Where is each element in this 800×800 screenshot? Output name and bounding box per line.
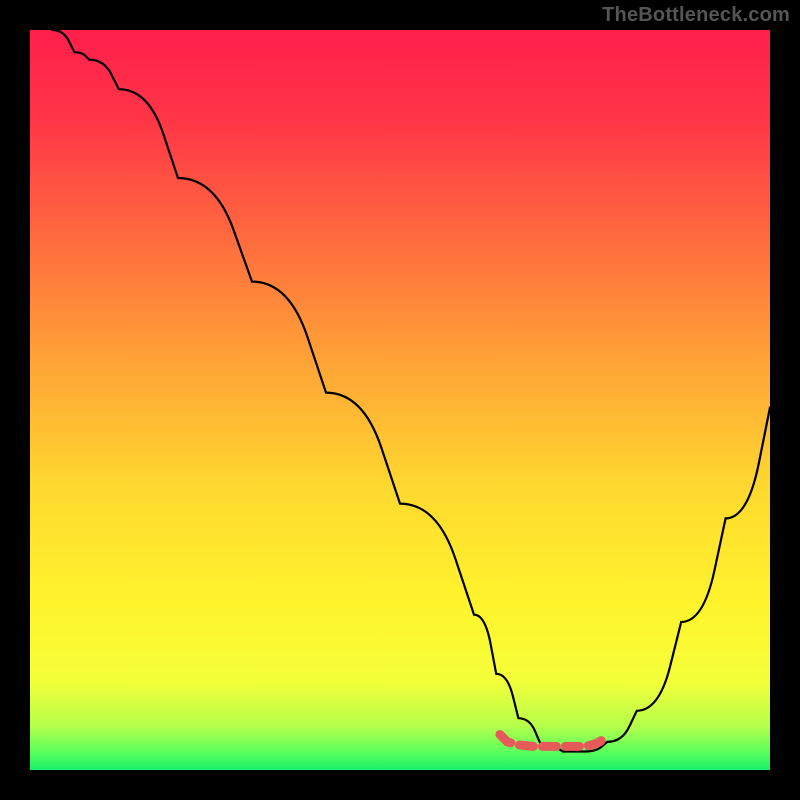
- plot-background: [30, 30, 770, 770]
- watermark-text: TheBottleneck.com: [602, 4, 790, 27]
- bottleneck-chart: [0, 0, 800, 800]
- chart-root: TheBottleneck.com: [0, 0, 800, 800]
